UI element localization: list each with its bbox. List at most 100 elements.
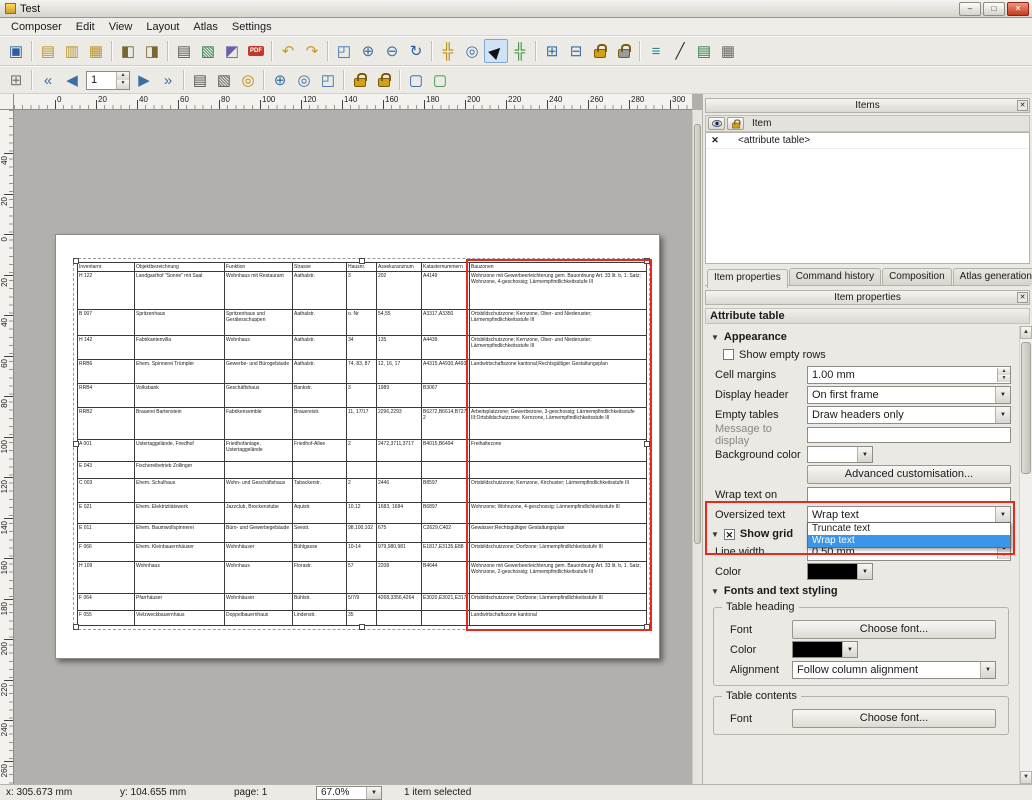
lock-column-button[interactable] [727, 117, 744, 130]
add-pages-button[interactable]: ▢ [404, 68, 428, 92]
zoom-full-button[interactable]: ◰ [332, 39, 356, 63]
load-from-template-button[interactable]: ◧ [116, 39, 140, 63]
zoom-region-button[interactable]: ◎ [460, 39, 484, 63]
alignment-combo[interactable]: Follow column alignment ▼ [792, 661, 996, 679]
zoom-region-secondary-button[interactable]: ◎ [292, 68, 316, 92]
menu-composer[interactable]: Composer [4, 19, 69, 35]
print-atlas-button[interactable]: ▤ [188, 68, 212, 92]
save-as-template-button[interactable]: ◨ [140, 39, 164, 63]
scrollbar-thumb[interactable] [694, 124, 701, 544]
cell-margins-spinner[interactable]: 1.00 mm ▲ ▼ [807, 366, 1011, 384]
unlock-all-items-button[interactable] [612, 39, 636, 63]
advanced-customisation-button[interactable]: Advanced customisation... [807, 465, 1011, 484]
selection-handle[interactable] [73, 441, 79, 447]
menu-atlas[interactable]: Atlas [186, 19, 224, 35]
selection-handle[interactable] [73, 624, 79, 630]
save-project-button[interactable]: ▣ [4, 39, 28, 63]
composition-manager-button[interactable]: ▦ [84, 39, 108, 63]
composition-canvas[interactable]: Inventarnr.ObjektbezeichnungFunktionStra… [14, 110, 692, 784]
scrollbar-thumb[interactable] [1021, 342, 1031, 474]
add-new-legend-button[interactable]: ▤ [692, 39, 716, 63]
oversized-text-dropdown[interactable]: Truncate textWrap text [807, 522, 1011, 548]
visibility-column-button[interactable] [708, 117, 725, 130]
select-move-item-button[interactable]: ▶ [484, 39, 508, 63]
display-header-combo[interactable]: On first frame ▼ [807, 386, 1011, 404]
composition-page[interactable]: Inventarnr.ObjektbezeichnungFunktionStra… [55, 234, 660, 659]
grid-color-button[interactable]: ▼ [807, 563, 873, 580]
spin-up-icon[interactable]: ▲ [998, 368, 1010, 375]
print-button[interactable]: ▤ [172, 39, 196, 63]
scroll-up-icon[interactable]: ▲ [1020, 326, 1032, 339]
close-icon[interactable]: ✕ [1017, 292, 1028, 303]
zoom-in-button[interactable]: ⊕ [356, 39, 380, 63]
menu-edit[interactable]: Edit [69, 19, 102, 35]
refresh-view-button[interactable]: ↻ [404, 39, 428, 63]
atlas-first-feature-button[interactable]: « [36, 68, 60, 92]
export-as-svg-button[interactable]: ◩ [220, 39, 244, 63]
ungroup-items-button[interactable]: ⊟ [564, 39, 588, 63]
duplicate-composition-button[interactable]: ▥ [60, 39, 84, 63]
items-tree-row[interactable]: ✕<attribute table> [706, 133, 1029, 149]
heading-color-button[interactable]: ▼ [792, 641, 858, 658]
menu-layout[interactable]: Layout [139, 19, 186, 35]
properties-scrollbar[interactable]: ▲ ▼ [1019, 326, 1032, 784]
message-to-display-input[interactable] [807, 427, 1011, 443]
lock-selected-items-button[interactable] [588, 39, 612, 63]
composer-vertical-scrollbar[interactable] [692, 110, 702, 784]
spin-down-icon[interactable]: ▼ [998, 552, 1010, 559]
tab-atlas-generation[interactable]: Atlas generation [953, 268, 1032, 285]
atlas-last-feature-button[interactable]: » [156, 68, 180, 92]
undo-button[interactable]: ↶ [276, 39, 300, 63]
selection-handle[interactable] [359, 258, 365, 264]
export-atlas-button[interactable]: ▧ [212, 68, 236, 92]
show-grid-checkbox[interactable]: ✕ [724, 529, 735, 540]
preview-atlas-button[interactable]: ◎ [236, 68, 260, 92]
close-icon[interactable]: ✕ [1017, 100, 1028, 111]
oversized-text-combo[interactable]: Wrap text ▼ [807, 506, 1011, 524]
selection-handle[interactable] [73, 258, 79, 264]
move-item-content-button[interactable]: ╬ [508, 39, 532, 63]
tab-command-history[interactable]: Command history [789, 268, 881, 285]
atlas-previous-feature-button[interactable]: ◀ [60, 68, 84, 92]
minimize-button[interactable]: – [959, 2, 981, 16]
spin-down-icon[interactable]: ▼ [998, 375, 1010, 382]
lock-atlas-layers-button[interactable] [348, 68, 372, 92]
appearance-section-header[interactable]: ▼ Appearance [711, 331, 1013, 343]
zoom-out-button[interactable]: ⊖ [380, 39, 404, 63]
zoom-full-secondary-button[interactable]: ◰ [316, 68, 340, 92]
menu-settings[interactable]: Settings [225, 19, 279, 35]
atlas-next-feature-button[interactable]: ▶ [132, 68, 156, 92]
scroll-down-icon[interactable]: ▼ [1020, 771, 1032, 784]
attribute-table-item[interactable]: Inventarnr.ObjektbezeichnungFunktionStra… [77, 262, 646, 626]
zoom-in-secondary-button[interactable]: ⊕ [268, 68, 292, 92]
close-button[interactable]: ✕ [1007, 2, 1029, 16]
spin-down-icon[interactable]: ▼ [117, 80, 129, 89]
maximize-button[interactable]: □ [983, 2, 1005, 16]
add-frame-button[interactable]: ▢ [428, 68, 452, 92]
lock-layer-styles-button[interactable] [372, 68, 396, 92]
attribute-table-options-button[interactable]: ▦ [716, 39, 740, 63]
fonts-section-header[interactable]: ▼ Fonts and text styling [711, 585, 1013, 597]
dropdown-option[interactable]: Truncate text [808, 523, 1010, 535]
menu-view[interactable]: View [102, 19, 140, 35]
contents-choose-font-button[interactable]: Choose font... [792, 709, 996, 728]
visibility-checkbox[interactable]: ✕ [706, 135, 724, 146]
atlas-feature-number-input[interactable]: 1▲▼ [86, 71, 130, 90]
export-as-pdf-button[interactable]: PDF [244, 39, 268, 63]
selection-handle[interactable] [359, 624, 365, 630]
wrap-text-on-input[interactable] [807, 487, 1011, 503]
new-composition-button[interactable]: ▤ [36, 39, 60, 63]
pan-button[interactable]: ╬ [436, 39, 460, 63]
add-arrow-button[interactable]: ╱ [668, 39, 692, 63]
spin-up-icon[interactable]: ▲ [117, 72, 129, 81]
tab-composition[interactable]: Composition [882, 268, 952, 285]
heading-choose-font-button[interactable]: Choose font... [792, 620, 996, 639]
zoom-level-combo[interactable]: 67.0% ▼ [316, 786, 382, 800]
dock-panels-button[interactable]: ⊞ [4, 68, 28, 92]
empty-tables-combo[interactable]: Draw headers only ▼ [807, 406, 1011, 424]
export-as-image-button[interactable]: ▧ [196, 39, 220, 63]
background-color-button[interactable]: ▼ [807, 446, 873, 463]
show-empty-rows-checkbox[interactable] [723, 349, 734, 360]
redo-button[interactable]: ↷ [300, 39, 324, 63]
align-items-button[interactable]: ≡ [644, 39, 668, 63]
